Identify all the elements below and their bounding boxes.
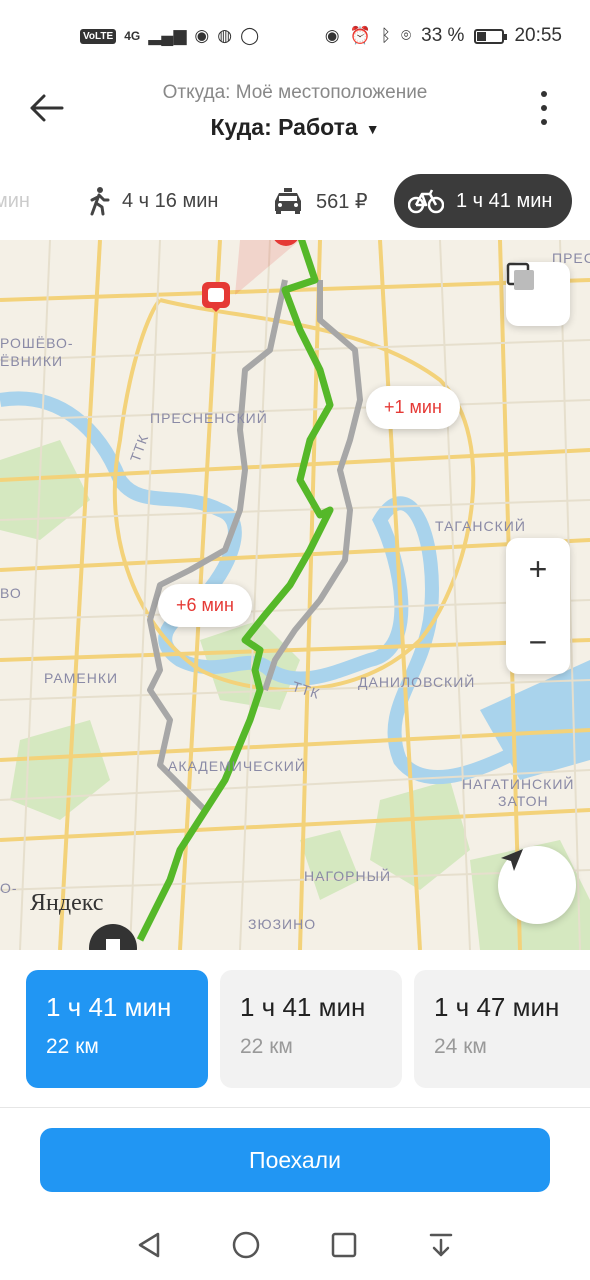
tab-walk-label: 4 ч 16 мин xyxy=(122,189,219,212)
map-label-zaton: ЗАТОН xyxy=(498,793,549,809)
route-time: 1 ч 47 мин xyxy=(434,992,560,1022)
route-distance: 22 км xyxy=(240,1035,293,1058)
battery-icon xyxy=(474,28,508,44)
navigation-arrow-icon xyxy=(501,849,523,871)
battery-tip xyxy=(504,33,508,40)
status-right: ◉ ⏰ ᛒ ⌾ 33 % 20:55 xyxy=(325,25,562,47)
more-dot-icon xyxy=(541,119,547,125)
signal-icon: ▂▄▆ xyxy=(148,26,187,45)
map-view[interactable]: РОШЁВО- ЁВНИКИ ПРЕСНЕНСКИЙ ТТК ТАГАНСКИЙ… xyxy=(0,240,590,950)
tab-transit-label: мин xyxy=(0,189,30,212)
map-label-presnensky: ПРЕСНЕНСКИЙ xyxy=(150,410,268,426)
volte-badge: VoLTE xyxy=(80,28,117,44)
go-button[interactable]: Поехали xyxy=(40,1128,550,1192)
route-time: 1 ч 41 мин xyxy=(46,992,172,1022)
eye-icon: ◉ xyxy=(324,26,340,45)
circle-home-icon xyxy=(233,1231,260,1259)
map-label-nagorny: НАГОРНЫЙ xyxy=(304,868,392,884)
notification-icon: ◉ xyxy=(194,26,210,45)
layers-icon xyxy=(506,262,534,290)
tab-taxi-label: 561 ₽ xyxy=(316,190,368,213)
map-label-taganskiy: ТАГАНСКИЙ xyxy=(435,518,526,534)
map-label-zyuzino: ЗЮЗИНО xyxy=(248,916,317,932)
route-delay-bubble-1[interactable]: +1 мин xyxy=(366,386,460,429)
pull-down-icon xyxy=(430,1233,453,1257)
layers-button[interactable] xyxy=(506,262,570,326)
system-nav-bar xyxy=(0,1210,590,1280)
battery-percent: 33 % xyxy=(421,25,465,46)
bluetooth-icon: ᛒ xyxy=(380,26,391,45)
status-left: VoLTE 4G ▂▄▆ ◉ ◍ ◯ xyxy=(80,26,259,46)
from-field[interactable]: Откуда: Моё местоположение xyxy=(0,82,590,104)
tab-bike[interactable]: 1 ч 41 мин xyxy=(394,174,573,228)
map-label-danilovskiy: ДАНИЛОВСКИЙ xyxy=(358,674,476,690)
route-variants: 1 ч 41 мин 22 км 1 ч 41 мин 22 км 1 ч 47… xyxy=(0,950,590,1108)
nav-back-button[interactable] xyxy=(129,1225,169,1265)
taxi-icon xyxy=(275,188,301,214)
nav-home-button[interactable] xyxy=(226,1225,266,1265)
alarm-icon: ⏰ xyxy=(349,26,371,45)
bicycle-icon xyxy=(408,189,444,214)
map-label-khoroshevo: РОШЁВО- xyxy=(0,335,74,351)
map-label-ramenki: РАМЕНКИ xyxy=(44,670,119,686)
route-card-3[interactable]: 1 ч 47 мин 24 км xyxy=(414,970,590,1088)
route-time: 1 ч 41 мин xyxy=(240,992,366,1022)
route-delay-bubble-2[interactable]: +6 мин xyxy=(158,584,252,627)
map-label-nagatinsky: НАГАТИНСКИЙ xyxy=(462,776,575,792)
tab-bike-label: 1 ч 41 мин xyxy=(456,189,553,212)
triangle-back-icon xyxy=(138,1232,159,1258)
route-card-2[interactable]: 1 ч 41 мин 22 км xyxy=(220,970,402,1088)
battery-fill xyxy=(477,31,487,41)
my-location-button[interactable] xyxy=(498,846,576,924)
zoom-control: + − xyxy=(506,538,570,674)
globe-icon: ◍ xyxy=(217,26,233,45)
yandex-logo: Яндекс xyxy=(30,890,104,916)
more-dot-icon xyxy=(541,91,547,97)
tab-taxi[interactable]: 561 ₽ xyxy=(272,174,368,228)
zoom-in-button[interactable]: + xyxy=(529,551,548,588)
clock: 20:55 xyxy=(514,25,562,46)
map-label-vo: ВО xyxy=(0,585,22,601)
more-dot-icon xyxy=(541,105,547,111)
nav-recents-button[interactable] xyxy=(324,1225,364,1265)
map-label-akademicheskiy: АКАДЕМИЧЕСКИЙ xyxy=(168,758,306,774)
to-label: Куда: Работа xyxy=(210,114,358,140)
chevron-down-icon: ▼ xyxy=(365,120,380,137)
tab-transit[interactable]: мин xyxy=(0,174,30,228)
location-icon: ⌾ xyxy=(400,26,412,45)
route-card-1[interactable]: 1 ч 41 мин 22 км xyxy=(26,970,208,1088)
whatsapp-icon: ◯ xyxy=(240,26,260,45)
route-distance: 22 км xyxy=(46,1035,99,1058)
map-label-mnevniki: ЁВНИКИ xyxy=(0,353,64,369)
map-label-o-partial: О- xyxy=(0,880,18,896)
transport-mode-tabs: мин 4 ч 16 мин 561 ₽ 1 ч 41 мин xyxy=(0,174,590,230)
square-recents-icon xyxy=(331,1232,356,1258)
map-canvas xyxy=(0,240,590,950)
to-field[interactable]: Куда: Работа ▼ xyxy=(0,114,590,141)
more-menu-button[interactable] xyxy=(524,86,564,130)
tab-walk[interactable]: 4 ч 16 мин xyxy=(88,174,218,228)
nav-notifications-button[interactable] xyxy=(421,1225,461,1265)
zoom-out-button[interactable]: − xyxy=(529,624,548,661)
walking-icon xyxy=(90,187,110,216)
network-icon: 4G xyxy=(124,29,141,43)
route-header: Откуда: Моё местоположение Куда: Работа ▼ xyxy=(0,72,590,164)
route-distance: 24 км xyxy=(434,1035,487,1058)
status-bar: VoLTE 4G ▂▄▆ ◉ ◍ ◯ ◉ ⏰ ᛒ ⌾ 33 % 20:55 xyxy=(0,0,590,72)
